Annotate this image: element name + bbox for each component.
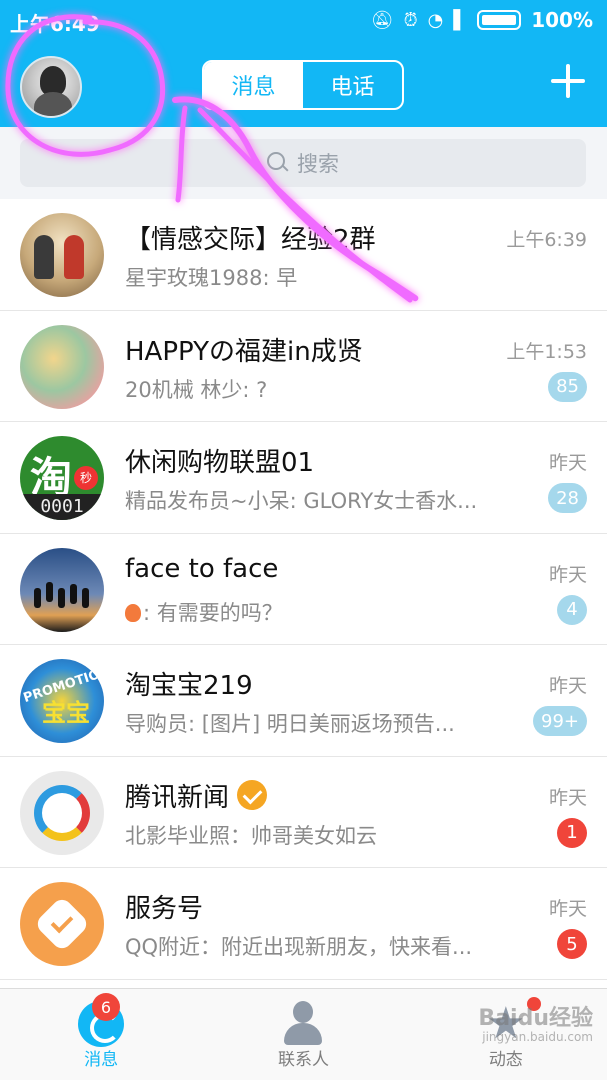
conversation-preview: 精品发布员~小呆: GLORY女士香水... (125, 489, 478, 513)
avatar-bao-text: 宝宝 (42, 699, 90, 727)
conversation-time: 昨天 (548, 898, 587, 920)
unread-badge: 28 (548, 483, 587, 513)
conversation-name: face to face (125, 553, 279, 584)
nav-contacts[interactable]: 联系人 (202, 989, 404, 1080)
conversation-row[interactable]: HAPPYの福建in成贤 20机械 林少: ? 上午1:53 85 (0, 310, 607, 422)
verified-icon (237, 780, 268, 810)
conversation-name: 淘宝宝219 (125, 671, 253, 701)
search-placeholder: 搜索 (297, 152, 339, 176)
nav-messages[interactable]: 6 消息 (0, 989, 202, 1080)
avatar-silhouette (34, 587, 41, 608)
unread-badge: 1 (557, 817, 587, 848)
conversation-row[interactable]: 腾讯新闻 北影毕业照：帅哥美女如云 昨天 1 (0, 756, 607, 868)
balloon-icon (125, 603, 141, 622)
watermark: Baidu经验 (478, 1006, 593, 1031)
tab-switch: 消息 电话 (202, 60, 404, 110)
tencent-news-logo (34, 784, 90, 841)
conversation-time: 昨天 (548, 563, 587, 586)
tab-messages[interactable]: 消息 (204, 62, 303, 108)
alarm-icon: ⏰︎ (403, 9, 418, 31)
conversation-row[interactable]: face to face : 有需要的吗？ 昨天 4 (0, 533, 607, 645)
conversation-row[interactable]: 【情感交际】经验2群 星宇玫瑰1988: 早 上午6:39 (0, 199, 607, 311)
mute-icon: 🔕︎ (370, 9, 394, 31)
avatar-silhouette (58, 587, 65, 608)
unread-badge: 99+ (533, 706, 587, 736)
conversation-preview: 星宇玫瑰1988: 早 (125, 266, 298, 290)
tab-calls[interactable]: 电话 (303, 62, 402, 108)
nav-unread-badge: 6 (92, 993, 120, 1021)
conversation-preview: : 有需要的吗？ (125, 597, 515, 627)
status-time: 上午6:49 (10, 12, 100, 36)
group-avatar (20, 547, 104, 632)
nav-label: 联系人 (277, 1050, 329, 1070)
conversation-time: 昨天 (548, 786, 587, 809)
unread-badge: 85 (548, 371, 587, 402)
conversation-preview: 导购员: [图片] 明日美丽返场预告... (125, 712, 455, 736)
wifi-icon: ◔ (427, 9, 444, 31)
contacts-icon (280, 1001, 326, 1047)
group-avatar: 淘 秒 0001 (20, 436, 104, 520)
conversation-row[interactable]: 淘 秒 0001 休闲购物联盟01 精品发布员~小呆: GLORY女士香水...… (0, 422, 607, 534)
conversation-name: 休闲购物联盟01 (125, 448, 315, 478)
conversation-name: HAPPYの福建in成贤 (125, 336, 363, 367)
plus-icon[interactable] (551, 64, 585, 98)
group-avatar (20, 324, 104, 409)
nav-label: 消息 (84, 1050, 119, 1070)
watermark-sub: jingyan.baidu.com (482, 1030, 593, 1044)
status-bar: 上午6:49 🔕︎ ⏰︎ ◔ ▌ 100% (0, 0, 607, 44)
signal-icon: ▌ (453, 9, 468, 31)
conversation-name: 腾讯新闻 (125, 777, 268, 814)
group-avatar (20, 213, 104, 297)
conversation-list: 【情感交际】经验2群 星宇玫瑰1988: 早 上午6:39 HAPPYの福建in… (0, 199, 607, 980)
battery-percent: 100% (531, 8, 593, 32)
group-avatar: PROMOTION 宝宝 (20, 659, 104, 743)
conversation-time: 上午1:53 (506, 340, 587, 363)
avatar-figure-right (64, 235, 84, 279)
conversation-time: 上午6:39 (506, 229, 587, 251)
title-bar: 消息 电话 (0, 44, 607, 127)
conversation-name: 【情感交际】经验2群 (125, 225, 376, 255)
avatar-silhouette (46, 581, 53, 602)
conversation-preview: QQ附近：附近出现新朋友，快来看... (125, 935, 473, 959)
avatar-figure-left (34, 235, 54, 279)
status-icons: 🔕︎ ⏰︎ ◔ ▌ 100% (371, 8, 593, 32)
conversation-preview-text: : 有需要的吗？ (143, 600, 283, 625)
search-icon (267, 152, 289, 174)
my-avatar[interactable] (20, 56, 82, 118)
conversation-row[interactable]: PROMOTION 宝宝 淘宝宝219 导购员: [图片] 明日美丽返场预告..… (0, 645, 607, 757)
unread-badge: 4 (557, 594, 587, 625)
unread-badge: 5 (557, 929, 587, 959)
battery-icon (477, 10, 522, 30)
tencent-news-avatar (20, 770, 104, 855)
avatar-silhouette (70, 583, 77, 604)
service-account-avatar (20, 882, 104, 966)
search-input[interactable]: 搜索 (20, 139, 586, 187)
conversation-name: 服务号 (125, 894, 204, 924)
avatar-miao-badge: 秒 (74, 466, 98, 490)
conversation-row[interactable]: 服务号 QQ附近：附近出现新朋友，快来看... 昨天 5 (0, 868, 607, 980)
conversation-time: 昨天 (548, 452, 587, 474)
search-bar: 搜索 (0, 127, 607, 199)
avatar-silhouette (82, 587, 89, 608)
conversation-preview: 北影毕业照：帅哥美女如云 (125, 823, 377, 848)
conversation-time: 昨天 (548, 675, 587, 697)
conversation-preview: 20机械 林少: ? (125, 377, 268, 402)
conversation-name-text: 腾讯新闻 (125, 782, 230, 813)
avatar-digits: 0001 (20, 494, 104, 520)
